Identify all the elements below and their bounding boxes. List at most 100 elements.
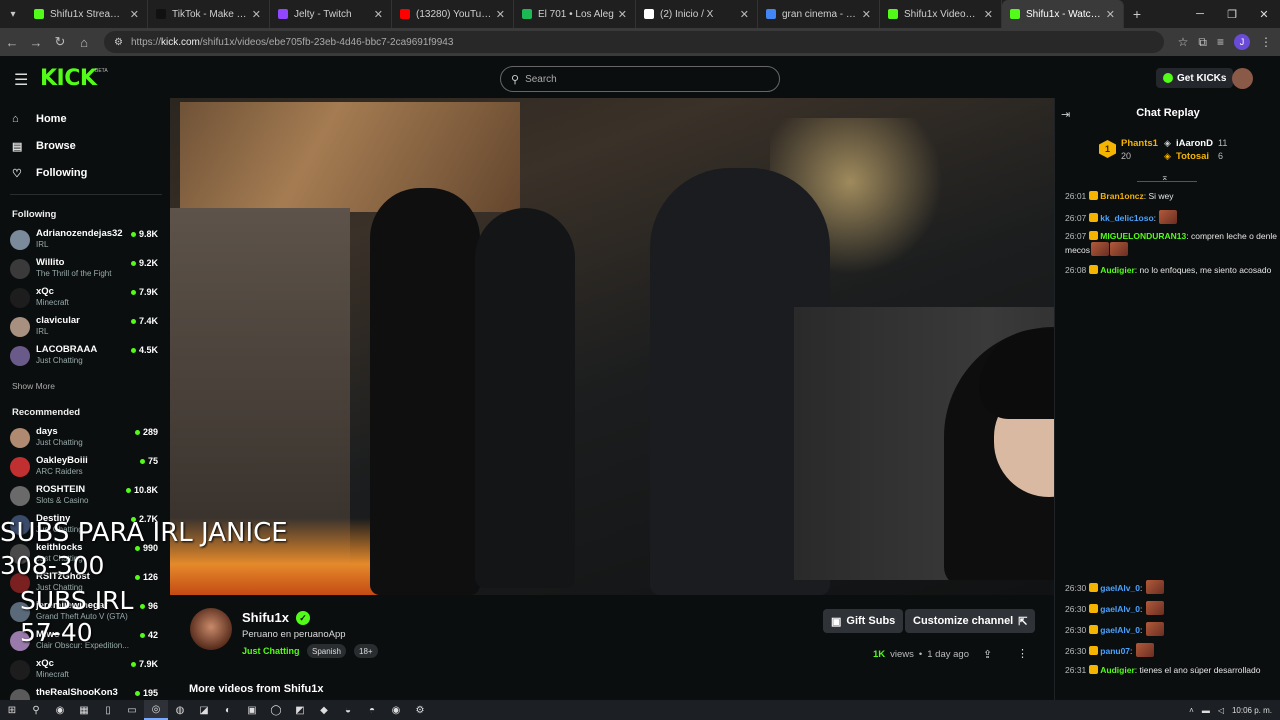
chat-username[interactable]: kk_delic1oso [1100, 213, 1153, 223]
sidebar-channel[interactable]: days Just Chatting 289 [10, 425, 160, 451]
tab-close-icon[interactable]: ✕ [374, 8, 383, 21]
browser-tab[interactable]: TikTok - Make Your D ✕ [148, 0, 270, 28]
search-input[interactable]: ⚲ Search [500, 66, 780, 92]
viewer-count: 7.4K [131, 316, 158, 326]
discord-icon[interactable]: ◓ [360, 700, 384, 720]
browser-tab[interactable]: Shifu1x Videos - Wat ✕ [880, 0, 1002, 28]
forward-icon[interactable]: → [24, 35, 48, 50]
app-icon[interactable]: ◩ [288, 700, 312, 720]
sidebar-channel[interactable]: xQc Minecraft 7.9K [10, 285, 160, 311]
share-icon[interactable]: ⇪ [983, 648, 992, 661]
taskbar-search-icon[interactable]: ⚲ [24, 700, 48, 720]
notepad-icon[interactable]: ▯ [96, 700, 120, 720]
sidebar-channel[interactable]: LACOBRAAA Just Chatting 4.5K [10, 343, 160, 369]
sidebar-channel[interactable]: ROSHTEIN Slots & Casino 10.8K [10, 483, 160, 509]
user-avatar[interactable] [1232, 68, 1253, 89]
chrome-icon[interactable]: ◎ [144, 700, 168, 720]
gifter-name[interactable]: Totosai [1176, 151, 1209, 162]
app-icon[interactable]: ▣ [240, 700, 264, 720]
tag-mature[interactable]: 18+ [354, 644, 378, 658]
reload-icon[interactable]: ↻ [48, 34, 72, 50]
app-icon[interactable]: ◪ [192, 700, 216, 720]
tray-chevron-icon[interactable]: ˄ [1189, 706, 1194, 715]
chat-username[interactable]: Bran1oncz [1100, 191, 1143, 201]
browser-tab[interactable]: Shifu1x Stream - Wat ✕ [26, 0, 148, 28]
address-bar[interactable]: ⚙ https://kick.com/shifu1x/videos/ebe705… [104, 31, 1164, 53]
browser-tab[interactable]: Shifu1x - Watch the ✕ [1002, 0, 1124, 28]
extensions-icon[interactable]: ⧉ [1198, 35, 1207, 50]
bookmark-star-icon[interactable]: ☆ [1178, 35, 1189, 49]
sidebar-channel[interactable]: xQc Minecraft 7.9K [10, 657, 160, 683]
more-options-icon[interactable]: ⋮ [1017, 647, 1028, 660]
sidebar-channel[interactable]: Willito The Thrill of the Fight 9.2K [10, 256, 160, 282]
obs-icon[interactable]: ◍ [168, 700, 192, 720]
browser-tab[interactable]: (2) Inicio / X ✕ [636, 0, 758, 28]
get-kicks-button[interactable]: Get KICKs [1156, 68, 1234, 88]
gift-subs-button[interactable]: ▣ Gift Subs [823, 609, 904, 633]
settings-icon[interactable]: ⚙ [408, 700, 432, 720]
chat-username[interactable]: gaelAlv_0 [1100, 604, 1140, 614]
network-icon[interactable]: ▬ [1202, 706, 1210, 715]
chat-username[interactable]: gaelAlv_0 [1100, 625, 1140, 635]
chat-username[interactable]: Audigier [1100, 665, 1134, 675]
opera-icon[interactable]: ◯ [264, 700, 288, 720]
steam-icon[interactable]: ◉ [384, 700, 408, 720]
site-info-icon[interactable]: ⚙ [114, 37, 123, 48]
steam-icon[interactable]: ◉ [48, 700, 72, 720]
customize-channel-button[interactable]: Customize channel ⇱ [905, 609, 1036, 633]
maximize-icon[interactable]: ❐ [1216, 0, 1248, 28]
chat-username[interactable]: panu07 [1100, 646, 1130, 656]
new-tab-icon[interactable]: + [1124, 6, 1150, 22]
nav-following[interactable]: ♡ Following [12, 163, 87, 183]
tab-favicon-icon [644, 9, 654, 19]
tab-close-icon[interactable]: ✕ [252, 8, 261, 21]
sidebar-channel[interactable]: OakleyBoiii ARC Raiders 75 [10, 454, 160, 480]
browser-tab[interactable]: El 701 • Los Aleg ✕ [514, 0, 636, 28]
browser-tab[interactable]: gran cinema - Buscar ✕ [758, 0, 880, 28]
tag-language[interactable]: Spanish [307, 644, 346, 658]
volume-icon[interactable]: ◁ [1218, 706, 1224, 715]
profile-avatar[interactable]: J [1234, 34, 1250, 50]
menu-icon[interactable]: ☰ [14, 70, 28, 90]
viewer-count: 75 [140, 456, 158, 466]
tab-close-icon[interactable]: ✕ [618, 8, 627, 21]
media-control-icon[interactable]: ≡ [1217, 35, 1224, 49]
calendar-icon[interactable]: ▦ [72, 700, 96, 720]
chat-username[interactable]: MIGUELONDURAN13 [1100, 231, 1186, 241]
nav-browse[interactable]: ▤ Browse [12, 136, 76, 156]
chat-timestamp: 26:08 [1065, 265, 1087, 275]
kick-logo[interactable]: KICK [40, 66, 97, 91]
sidebar-channel[interactable]: Adrianozendejas32 IRL 9.8K [10, 227, 160, 253]
browser-tab[interactable]: Jelty - Twitch ✕ [270, 0, 392, 28]
minimize-icon[interactable]: ─ [1184, 0, 1216, 28]
channel-avatar[interactable] [190, 608, 232, 650]
start-icon[interactable]: ⊞ [0, 700, 24, 720]
stream-category[interactable]: Just Chatting [242, 646, 300, 656]
tab-close-icon[interactable]: ✕ [984, 8, 993, 21]
tab-search-icon[interactable]: ▾ [0, 0, 26, 28]
tab-close-icon[interactable]: ✕ [1106, 8, 1115, 21]
top-gifter-name[interactable]: Phants1 [1121, 138, 1158, 149]
tab-close-icon[interactable]: ✕ [740, 8, 749, 21]
back-icon[interactable]: ← [0, 35, 24, 50]
sidebar-channel[interactable]: clavicular IRL 7.4K [10, 314, 160, 340]
chat-username[interactable]: gaelAlv_0 [1100, 583, 1140, 593]
browser-menu-icon[interactable]: ⋮ [1260, 35, 1272, 49]
close-window-icon[interactable]: ✕ [1248, 0, 1280, 28]
nav-home[interactable]: ⌂ Home [12, 109, 67, 129]
show-more-link[interactable]: Show More [12, 381, 55, 391]
firefox-icon[interactable]: ◐ [216, 700, 240, 720]
chat-username[interactable]: Audigier [1100, 265, 1134, 275]
tab-close-icon[interactable]: ✕ [862, 8, 871, 21]
channel-name[interactable]: Shifu1x [242, 610, 289, 625]
discord-icon[interactable]: ◒ [336, 700, 360, 720]
app-icon[interactable]: ◆ [312, 700, 336, 720]
file-explorer-icon[interactable]: ▭ [120, 700, 144, 720]
browser-tab[interactable]: (13280) YouTube ✕ [392, 0, 514, 28]
home-page-icon[interactable]: ⌂ [72, 35, 96, 50]
tab-close-icon[interactable]: ✕ [496, 8, 505, 21]
clock[interactable]: 10:06 p. m. [1232, 706, 1272, 715]
tab-close-icon[interactable]: ✕ [130, 8, 139, 21]
channel-name: days [36, 426, 58, 437]
gifter-name[interactable]: iAaronD [1176, 138, 1213, 149]
